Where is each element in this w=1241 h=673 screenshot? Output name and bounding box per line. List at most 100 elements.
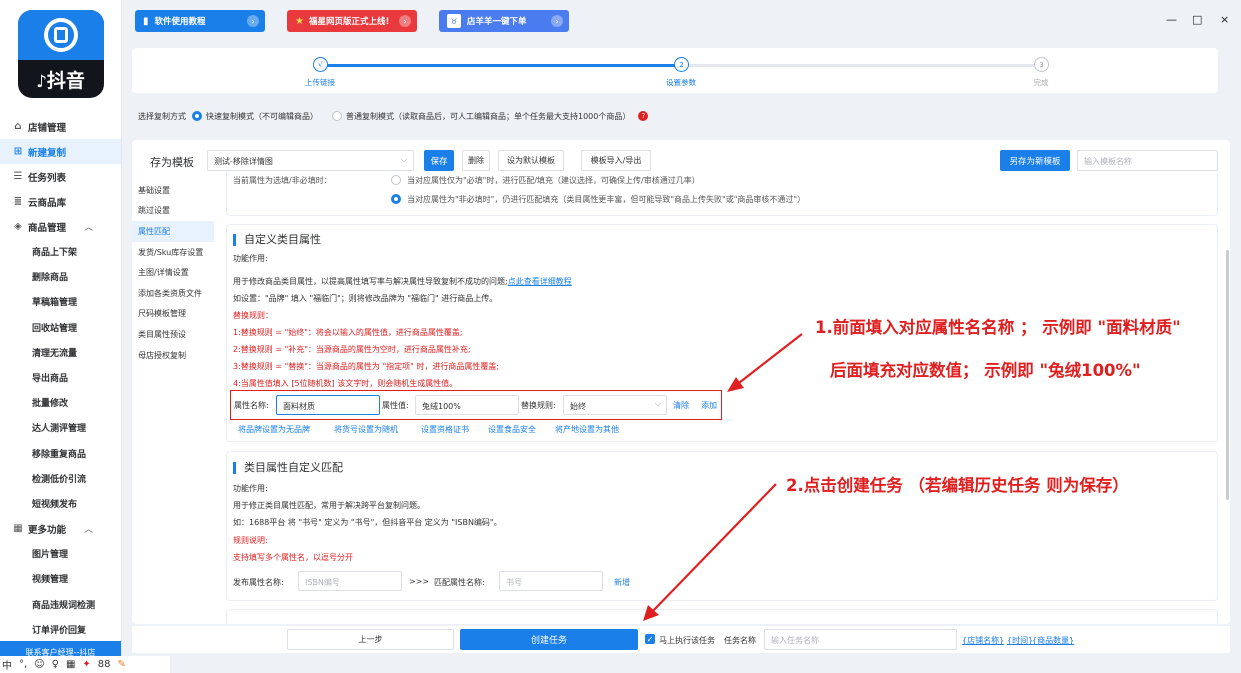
non-required-label[interactable]: 当对应属性为"非必填时"，仍进行匹配填充（类目属性更丰富，但可能导致"商品上传失…	[407, 194, 805, 205]
template-name-input[interactable]: 输入模板名称	[1077, 150, 1218, 171]
cube-icon: ◈	[14, 221, 22, 232]
prev-step-button[interactable]: 上一步	[287, 629, 454, 650]
set-default-template-button[interactable]: 设为默认模板	[498, 150, 564, 171]
sidebar-sub-item[interactable]: 回收站管理	[0, 315, 121, 340]
sidebar-item-cloud-library[interactable]: ≣ 云商品库	[0, 189, 121, 214]
origin-other-link[interactable]: 将产地设置为其他	[555, 424, 619, 435]
scrollbar[interactable]	[1226, 250, 1229, 500]
save-as-new-template-button[interactable]: 另存为新模板	[1000, 150, 1070, 171]
add-match-button[interactable]: 新增	[614, 577, 630, 588]
menu-item-basic[interactable]: 基础设置	[132, 180, 214, 201]
sidebar-sub-item[interactable]: 短视频发布	[0, 491, 121, 516]
tutorial-link[interactable]: 点此查看详细教程	[508, 277, 572, 286]
ime-keyboard-icon[interactable]: ▦	[66, 659, 75, 670]
random-sku-link[interactable]: 将货号设置为随机	[334, 424, 398, 435]
sidebar-item-new-copy[interactable]: ⊞ 新建复制	[0, 139, 121, 164]
step-2-icon: 2	[674, 57, 689, 72]
sidebar-item-task-list[interactable]: ☰ 任务列表	[0, 164, 121, 189]
sidebar-sub-item[interactable]: 商品违规词检测	[0, 591, 121, 616]
menu-item-parent-shop[interactable]: 母店授权复制	[132, 345, 214, 366]
menu-item-attr-match[interactable]: 属性匹配	[132, 221, 214, 242]
ime-apps-icon[interactable]: 88	[98, 659, 111, 670]
ime-handwrite-icon[interactable]: ✎	[118, 659, 126, 670]
help-icon[interactable]: ?	[638, 111, 649, 121]
publish-attr-input[interactable]: ISBN编号	[298, 571, 402, 591]
attr-input-row: 属性名称: 面料材质 属性值: 兔绒100% 替换规则: 始终 ⌵ 清除 添加	[230, 390, 722, 420]
chevron-down-icon: ⌵	[400, 155, 407, 164]
sidebar-item-more[interactable]: ▦ 更多功能 ︿	[0, 516, 121, 541]
template-select[interactable]: 测试-移除详情图 ⌵	[207, 150, 414, 171]
fast-mode-radio[interactable]	[192, 111, 202, 121]
sidebar-sub-item[interactable]: 批量修改	[0, 390, 121, 415]
menu-item-main-image[interactable]: 主图/详情设置	[132, 262, 214, 283]
sidebar-sub-item[interactable]: 检测低价引流	[0, 466, 121, 491]
match-attr-input[interactable]: 书号	[499, 571, 603, 591]
tag-product-count[interactable]: {商品数量}	[1032, 635, 1074, 646]
maximize-icon[interactable]: □	[1192, 13, 1202, 26]
non-required-radio[interactable]	[391, 194, 401, 204]
required-only-label[interactable]: 当对应属性仅为"必填"时，进行匹配/填充（建议选择，可确保上传/审核通过几率）	[407, 175, 700, 186]
menu-item-size-template[interactable]: 尺码模板管理	[132, 304, 214, 325]
ime-skin-icon[interactable]: ✦	[82, 659, 90, 670]
ime-emoji-icon[interactable]: ☺	[34, 659, 44, 670]
sidebar-item-product-manage[interactable]: ◈ 商品管理 ︿	[0, 214, 121, 239]
add-button[interactable]: 添加	[701, 400, 717, 411]
sidebar-sub-item[interactable]: 清理无流量	[0, 340, 121, 365]
template-import-export-button[interactable]: 模板导入/导出	[581, 150, 651, 171]
menu-item-skip[interactable]: 跳过设置	[132, 201, 214, 222]
sidebar-sub-item[interactable]: 导出商品	[0, 365, 121, 390]
annotation-2: 后面填充对应数值； 示例即 "兔绒100%"	[830, 361, 1141, 380]
save-template-button[interactable]: 保存	[424, 150, 454, 171]
run-now-checkbox[interactable]: ✓	[645, 634, 655, 644]
minimize-icon[interactable]: —	[1166, 13, 1177, 26]
attr-value-label: 属性值:	[382, 401, 409, 410]
tutorial-label: 软件使用教程	[154, 17, 206, 27]
one-click-order-button[interactable]: ♉ 店羊羊一键下单 ›	[439, 10, 569, 32]
close-icon[interactable]: ×	[1220, 13, 1229, 26]
task-name-input[interactable]: 输入任务名称	[764, 629, 957, 650]
sheep-icon: ♉	[447, 14, 461, 28]
rule-select[interactable]: 始终 ⌵	[563, 395, 667, 415]
create-task-button[interactable]: 创建任务	[460, 629, 638, 650]
run-now-label[interactable]: 马上执行该任务	[659, 635, 715, 646]
tutorial-button[interactable]: ▮ 软件使用教程 ›	[135, 10, 265, 32]
tag-time[interactable]: {时间}	[1007, 635, 1033, 646]
ime-punct-icon[interactable]: °,	[19, 659, 27, 670]
step-1-icon: √	[313, 57, 328, 72]
plus-square-icon: ⊞	[13, 146, 23, 157]
app-logo: ♪抖音	[17, 10, 104, 98]
chevron-right-icon: ›	[551, 15, 563, 27]
sidebar-sub-item[interactable]: 商品上下架	[0, 239, 121, 264]
attr-name-input[interactable]: 面料材质	[276, 395, 380, 415]
fast-mode-label[interactable]: 快速复制模式（不可编辑商品）	[206, 111, 318, 122]
menu-item-shipping-sku[interactable]: 发货/Sku库存设置	[132, 242, 214, 263]
web-launch-button[interactable]: ★ 福星网页版正式上线! ›	[287, 10, 417, 32]
normal-mode-radio[interactable]	[332, 111, 342, 121]
food-safety-link[interactable]: 设置食品安全	[488, 424, 536, 435]
sidebar-sub-item[interactable]: 移除重复商品	[0, 441, 121, 466]
ime-lang-icon[interactable]: 中	[2, 657, 12, 672]
sidebar-sub-item[interactable]: 图片管理	[0, 541, 121, 566]
rule-select-value: 始终	[570, 402, 586, 411]
clear-button[interactable]: 清除	[673, 400, 689, 411]
ime-voice-icon[interactable]: ♀	[52, 659, 59, 670]
sidebar-sub-item[interactable]: 删除商品	[0, 264, 121, 289]
sidebar-sub-item[interactable]: 草稿箱管理	[0, 289, 121, 314]
delete-template-button[interactable]: 删除	[462, 150, 490, 171]
required-only-radio[interactable]	[391, 175, 401, 185]
tag-shop-name[interactable]: {店铺名称}	[962, 635, 1004, 646]
rule-select-label: 替换规则:	[521, 401, 556, 410]
certificate-link[interactable]: 设置资格证书	[421, 424, 469, 435]
sidebar-item-label: 云商品库	[28, 197, 67, 209]
sidebar-sub-item[interactable]: 订单评价回复	[0, 617, 121, 642]
normal-mode-label[interactable]: 普通复制模式（读取商品后，可人工编辑商品；单个任务最大支持1000个商品）	[346, 111, 630, 122]
sidebar-item-shop[interactable]: ⌂ 店铺管理	[0, 114, 121, 139]
menu-item-category-preset[interactable]: 类目属性预设	[132, 324, 214, 345]
attr-value-input[interactable]: 兔绒100%	[415, 395, 519, 415]
match-rule: 支持填写多个属性名，以逗号分开	[233, 553, 353, 562]
sidebar-sub-item[interactable]: 视频管理	[0, 566, 121, 591]
menu-item-qualification[interactable]: 添加各类资质文件	[132, 283, 214, 304]
no-brand-link[interactable]: 将品牌设置为无品牌	[238, 424, 310, 435]
book-icon: ▮	[143, 15, 149, 27]
sidebar-sub-item[interactable]: 达人测评管理	[0, 415, 121, 440]
